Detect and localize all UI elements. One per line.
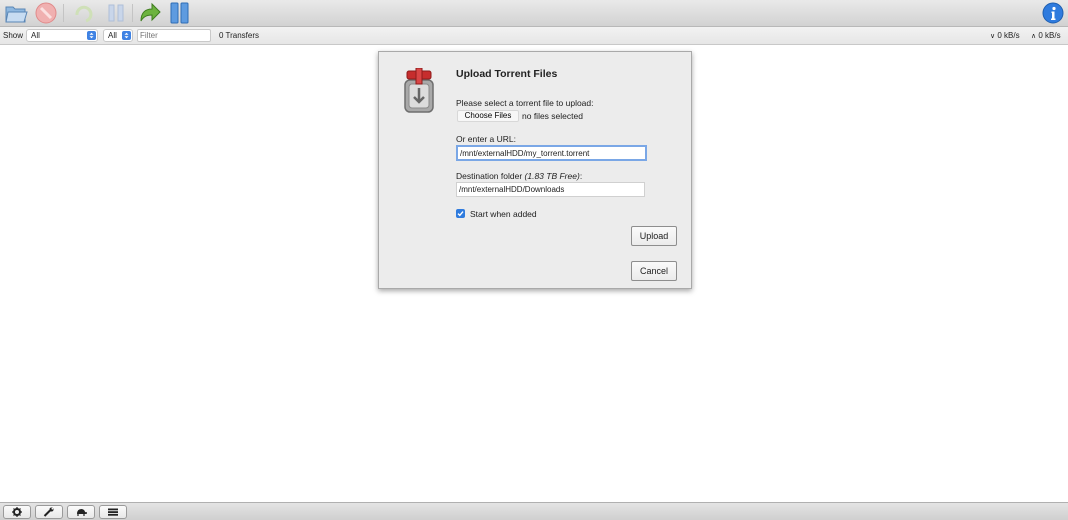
state-filter-value: All [31,31,40,40]
show-label: Show [3,31,24,40]
start-when-added-checkbox[interactable] [456,209,465,218]
bottom-toolbar [0,502,1068,520]
toolbar [0,0,1068,27]
resume-all-icon[interactable] [138,1,162,25]
turtle-icon [77,509,87,516]
preferences-button[interactable] [35,505,63,519]
url-label: Or enter a URL: [456,134,516,144]
transmission-logo-icon [399,68,439,116]
settings-button[interactable] [3,505,31,519]
cancel-button[interactable]: Cancel [631,261,677,281]
open-icon[interactable] [4,1,28,25]
dialog-title: Upload Torrent Files [456,68,558,80]
upload-button[interactable]: Upload [631,226,677,246]
upload-speed-value: 0 kB/s [1038,31,1061,40]
transfers-count: 0 Transfers [219,31,260,40]
download-speed-value: 0 kB/s [997,31,1020,40]
no-files-text: no files selected [522,111,583,121]
resume-icon[interactable] [104,1,128,25]
turtle-mode-button[interactable] [67,505,95,519]
chevron-down-icon: ∨ [990,33,996,40]
checkmark-icon [457,211,464,217]
state-filter-select[interactable]: All [26,29,98,42]
upload-speed: ∧ 0 kB/s [1031,31,1061,40]
free-space-text: (1.83 TB Free) [524,171,580,181]
remove-icon[interactable] [34,1,58,25]
destination-label: Destination folder (1.83 TB Free): [456,171,582,181]
file-label: Please select a torrent file to upload: [456,98,594,108]
wrench-icon [43,507,54,517]
destination-input[interactable] [456,182,645,197]
tracker-filter-value: All [108,31,117,40]
list-icon [108,508,118,516]
updown-arrow-icon [87,31,96,40]
pause-icon[interactable] [72,1,96,25]
info-icon[interactable] [1042,2,1064,24]
destination-label-colon: : [579,171,583,181]
pause-all-icon[interactable] [168,1,192,25]
tracker-filter-select[interactable]: All [103,29,133,42]
updown-arrow-icon [122,31,131,40]
toolbar-separator [132,4,133,22]
filter-bar: Show All All 0 Transfers ∨ 0 kB/s ∧ 0 kB… [0,27,1068,45]
upload-torrent-dialog: Upload Torrent Files Please select a tor… [378,51,692,289]
start-when-added-label: Start when added [470,209,537,219]
chevron-up-icon: ∧ [1031,33,1037,40]
choose-files-button[interactable]: Choose Files [457,110,519,122]
url-input[interactable] [456,145,647,161]
filter-input[interactable] [137,29,211,42]
download-speed: ∨ 0 kB/s [990,31,1020,40]
compact-view-button[interactable] [99,505,127,519]
toolbar-separator [63,4,64,22]
destination-label-text: Destination folder [456,171,523,181]
gear-icon [12,507,22,517]
